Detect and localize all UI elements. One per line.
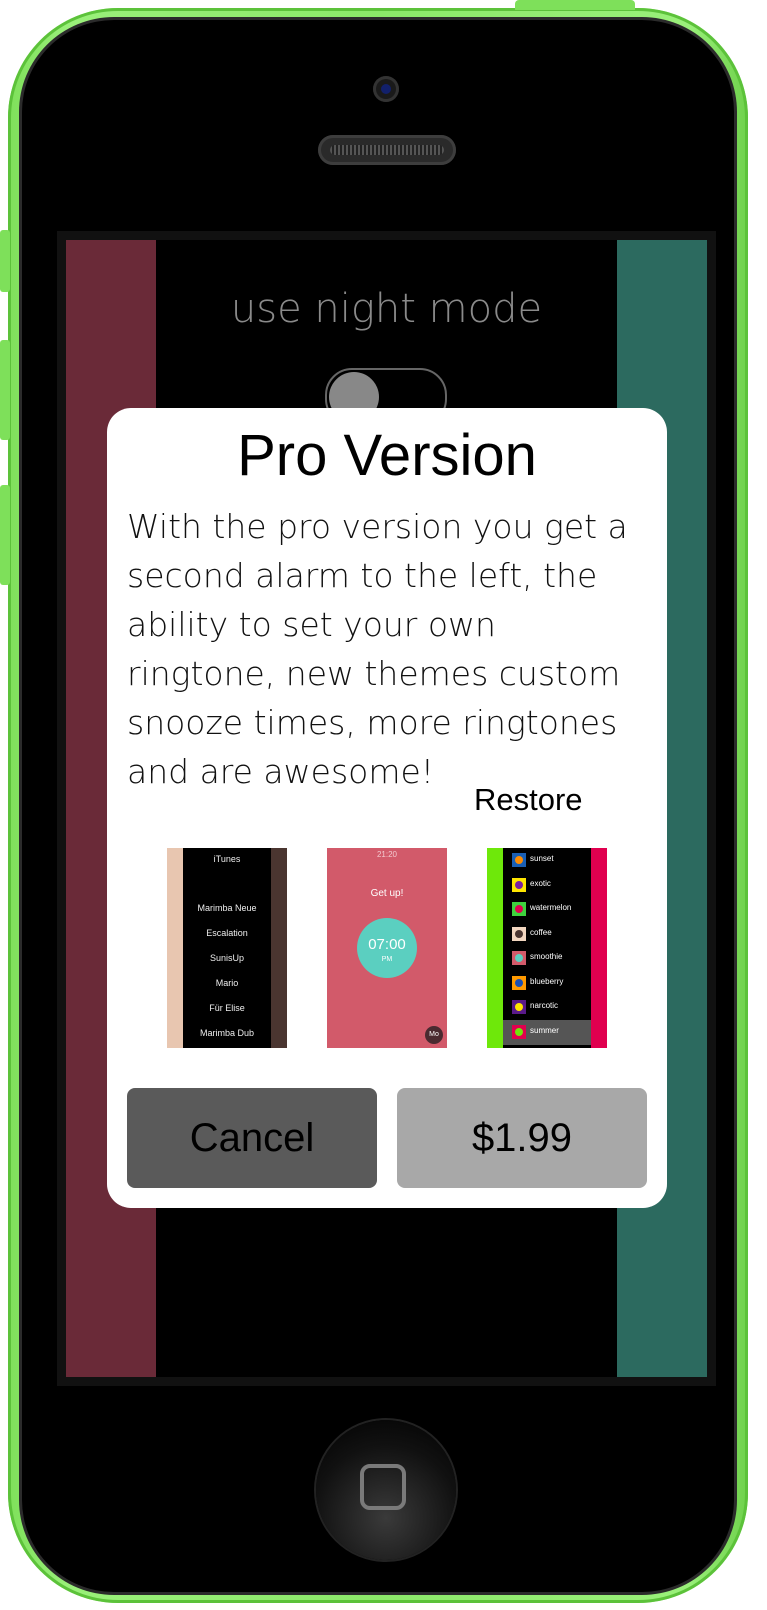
preview-left-stripe <box>487 848 503 1048</box>
mute-switch[interactable] <box>0 230 10 292</box>
theme-dot-icon <box>515 1003 523 1011</box>
preview-right-stripe <box>271 848 287 1048</box>
ringtone-item: Marimba Neue <box>197 903 257 913</box>
theme-dot-icon <box>515 1027 523 1036</box>
theme-dot-icon <box>515 905 523 913</box>
theme-name: blueberry <box>530 976 564 986</box>
theme-name: narcotic <box>530 1001 559 1010</box>
theme-item: blueberry <box>503 971 591 996</box>
preview-right-stripe <box>591 848 607 1048</box>
theme-name: watermelon <box>530 903 572 912</box>
dialog-title: Pro Version <box>237 423 537 488</box>
sleep-button[interactable] <box>515 0 635 10</box>
preview-day-badge: Mo <box>425 1026 443 1044</box>
night-mode-label: use night mode <box>230 286 543 332</box>
theme-item: narcotic <box>503 995 591 1020</box>
theme-dot-icon <box>515 880 523 889</box>
theme-item: exotic <box>503 873 591 898</box>
theme-swatch-icon <box>512 877 526 892</box>
ringtones-preview-image: iTunes Marimba Neue Escalation SunisUp M… <box>167 848 287 1048</box>
theme-item: coffee <box>503 922 591 947</box>
theme-swatch-icon <box>512 1024 526 1039</box>
theme-dot-icon <box>515 929 523 938</box>
theme-item: smoothie <box>503 946 591 971</box>
home-button[interactable] <box>316 1420 456 1560</box>
front-camera-icon <box>373 76 399 102</box>
theme-swatch-icon <box>512 902 526 916</box>
theme-dot-icon <box>515 856 523 864</box>
themes-preview-image: sunset exotic watermelon coffee smoothie blue… <box>487 848 607 1048</box>
ringtone-item: Escalation <box>206 928 248 938</box>
theme-swatch-icon <box>512 853 526 867</box>
volume-up-button[interactable] <box>0 340 10 440</box>
dialog-description: With the pro version you get a second al… <box>127 507 628 791</box>
home-square-icon <box>360 1464 406 1510</box>
preview-time: 21:20 <box>376 850 398 859</box>
preview-clock: 07:00 PM <box>357 918 417 978</box>
preview-clock-period: PM <box>381 956 393 963</box>
theme-name: smoothie <box>530 952 563 961</box>
theme-name: summer <box>530 1025 559 1035</box>
theme-dot-icon <box>515 978 523 987</box>
pro-version-dialog: Pro Version With the pro version you get… <box>107 408 667 1208</box>
theme-swatch-icon <box>512 1000 526 1014</box>
restore-link[interactable]: Restore <box>474 782 583 818</box>
theme-dot-icon <box>515 954 523 962</box>
ringtone-item: SunisUp <box>209 953 245 963</box>
ringtone-item: Mario <box>215 978 239 988</box>
theme-item: sunset <box>503 848 591 873</box>
volume-down-button[interactable] <box>0 485 10 585</box>
theme-name: sunset <box>530 854 554 863</box>
theme-swatch-icon <box>512 951 526 965</box>
theme-name: coffee <box>530 927 552 937</box>
theme-item: summer <box>503 1019 591 1045</box>
cancel-button[interactable]: Cancel <box>127 1088 377 1188</box>
theme-name: exotic <box>530 878 551 888</box>
preview-left-stripe <box>167 848 183 1048</box>
theme-swatch-icon <box>512 926 526 941</box>
ringtone-item: Für Elise <box>209 1003 245 1013</box>
alarm-preview-image: 21:20 Get up! 07:00 PM Mo <box>327 848 447 1048</box>
earpiece-speaker <box>318 135 456 165</box>
theme-swatch-icon <box>512 975 526 990</box>
preview-message: Get up! <box>370 888 404 899</box>
ringtone-item: Marimba Dub <box>199 1028 255 1038</box>
preview-clock-time: 07:00 <box>368 936 406 953</box>
ringtone-item: iTunes <box>213 854 241 864</box>
buy-button[interactable]: $1.99 <box>397 1088 647 1188</box>
theme-item: watermelon <box>503 897 591 922</box>
